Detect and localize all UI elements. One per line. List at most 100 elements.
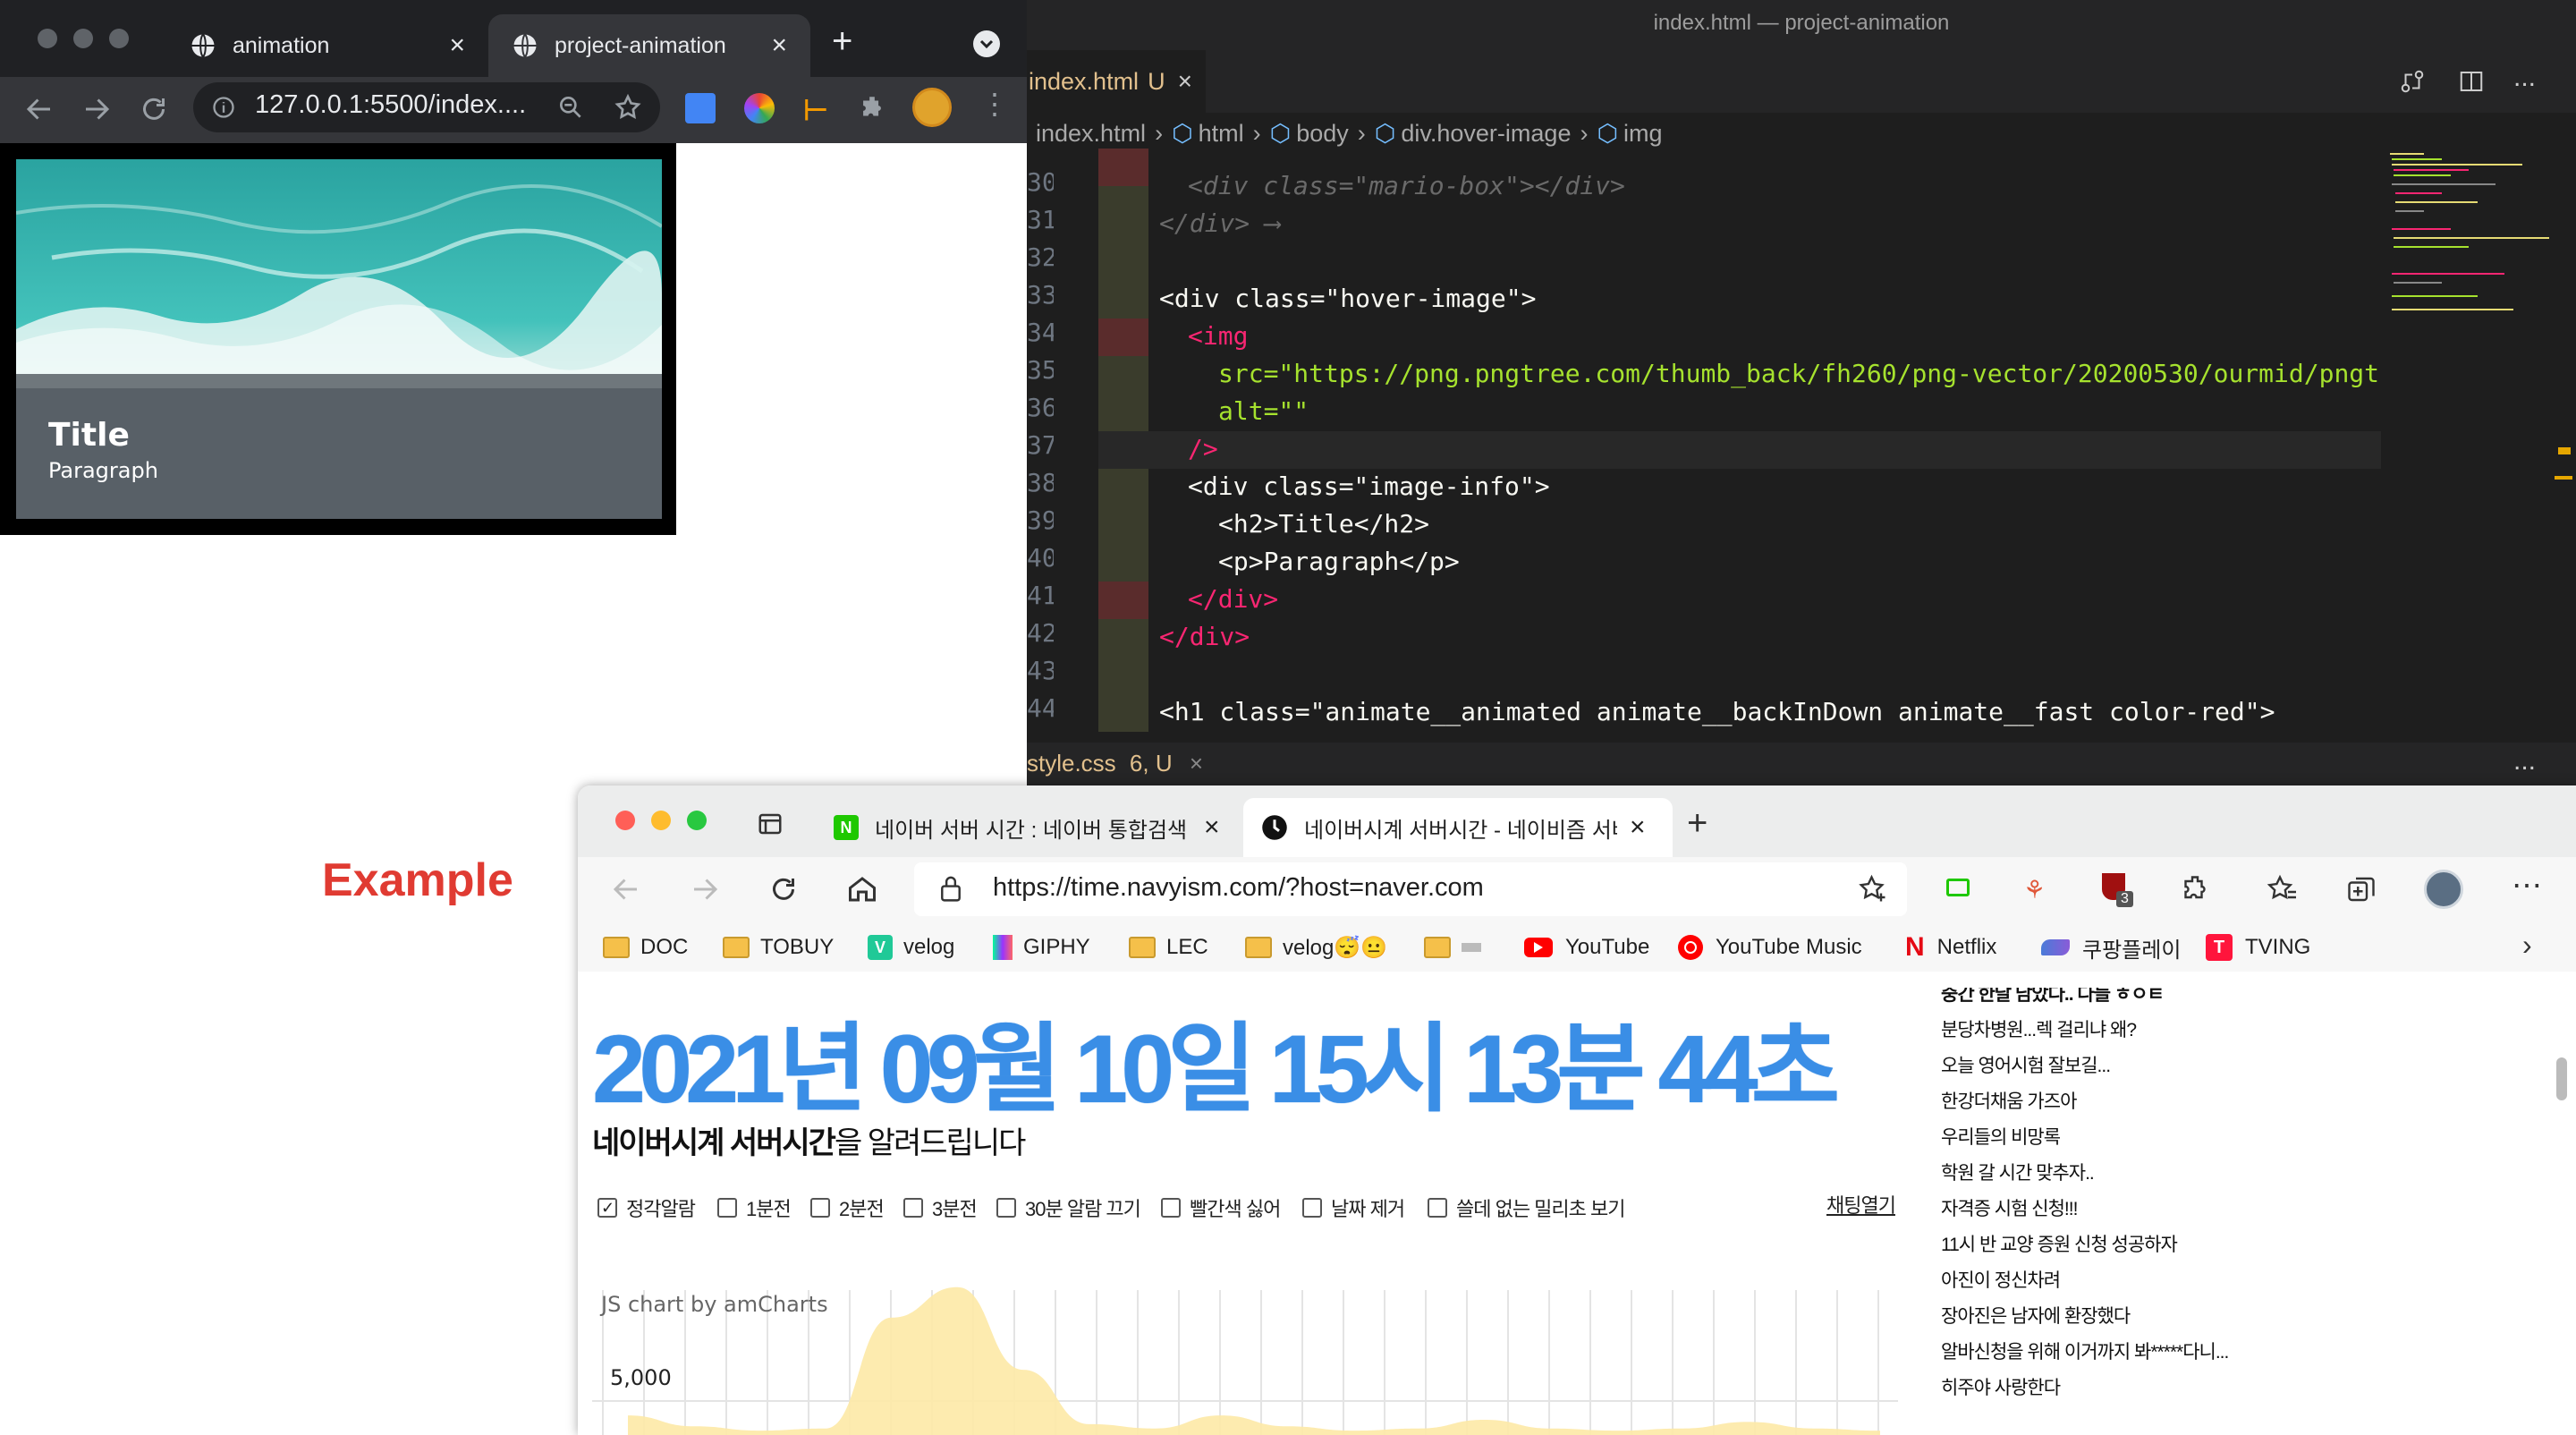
breadcrumb-item[interactable]: index.html <box>1036 120 1146 148</box>
tab-style-css[interactable]: style.css 6, U × <box>1027 750 1203 777</box>
puzzle-icon[interactable] <box>857 93 887 123</box>
checkbox-box[interactable] <box>1161 1198 1181 1218</box>
checkbox-no-red[interactable]: 빨간색 싫어 <box>1161 1193 1281 1223</box>
breadcrumb-item[interactable]: img <box>1623 120 1663 148</box>
bookmark-tobuy[interactable]: TOBUY <box>723 932 834 963</box>
screen-extension-icon[interactable] <box>1946 879 1970 896</box>
checkbox-1min[interactable]: 1분전 <box>717 1193 792 1223</box>
code-line[interactable]: alt="" <box>1218 393 1309 430</box>
more-actions-icon[interactable]: ... <box>2513 63 2536 93</box>
code-line[interactable]: <div class="mario-box"></div> <box>1188 167 1625 205</box>
bookmark-folder[interactable] <box>1424 932 1481 963</box>
bookmark-velog[interactable]: Vvelog <box>868 932 954 963</box>
info-icon[interactable] <box>211 95 236 120</box>
reload-icon[interactable] <box>767 873 800 905</box>
tab-actions-icon[interactable] <box>757 811 784 837</box>
code-line[interactable]: </div> <box>1159 618 1250 656</box>
code-line[interactable]: <img <box>1188 318 1248 355</box>
checkbox-show-ms[interactable]: 쓸데 없는 밀리초 보기 <box>1428 1193 1625 1223</box>
add-favorite-icon[interactable] <box>1857 873 1889 905</box>
close-tab-icon[interactable]: × <box>1630 812 1646 843</box>
back-arrow-icon[interactable] <box>23 93 55 125</box>
tab-project-animation[interactable]: project-animation × <box>488 14 810 77</box>
scrollbar-thumb[interactable] <box>2556 1057 2567 1100</box>
checkbox-box[interactable] <box>1302 1198 1322 1218</box>
checkbox-box[interactable] <box>903 1198 923 1218</box>
tab-animation[interactable]: animation × <box>166 14 488 77</box>
close-window-button[interactable] <box>38 29 57 48</box>
split-editor-icon[interactable] <box>2458 68 2485 95</box>
compare-changes-icon[interactable] <box>2399 68 2426 95</box>
checkbox-box[interactable] <box>1428 1198 1447 1218</box>
checkbox-on-the-hour-alarm[interactable]: ✓ 정각알람 <box>597 1193 696 1223</box>
code-line[interactable]: src="https://png.pngtree.com/thumb_back/… <box>1218 355 2381 393</box>
bookmark-giphy[interactable]: GIPHY <box>993 932 1090 963</box>
bookmark-netflix[interactable]: N Netflix <box>1905 932 1996 963</box>
checkbox-3min[interactable]: 3분전 <box>903 1193 978 1223</box>
breadcrumb-item[interactable]: div.hover-image <box>1401 120 1571 148</box>
code-line[interactable]: <div class="image-info"> <box>1188 468 1550 505</box>
breadcrumb-item[interactable]: body <box>1296 120 1349 148</box>
breadcrumb-item[interactable]: html <box>1199 120 1244 148</box>
close-tab-icon[interactable]: × <box>449 30 465 61</box>
collections-icon[interactable] <box>2345 873 2377 905</box>
code-line[interactable]: /> <box>1188 430 1218 468</box>
bookmark-doc[interactable]: DOC <box>603 932 688 963</box>
sitemap-extension-icon[interactable]: ⚘ <box>2023 875 2046 904</box>
open-chat-link[interactable]: 채팅열기 <box>1826 1190 1896 1218</box>
zoom-window-button[interactable] <box>687 811 707 830</box>
reload-icon[interactable] <box>138 93 170 125</box>
new-tab-button[interactable]: + <box>1687 803 1707 844</box>
lock-icon[interactable] <box>937 873 964 904</box>
url-text[interactable]: https://time.navyism.com/?host=naver.com <box>993 873 1484 903</box>
code-line[interactable]: </div> ⟶ <box>1159 205 1280 242</box>
tab-navyism-time[interactable]: 네이버시계 서버시간 - 네이비즘 서버 × <box>1243 798 1673 857</box>
minimap[interactable] <box>2388 149 2558 345</box>
minimize-window-button[interactable] <box>651 811 671 830</box>
color-picker-extension-icon[interactable] <box>744 93 775 123</box>
profile-avatar[interactable] <box>912 88 952 127</box>
profile-avatar[interactable] <box>2424 870 2463 909</box>
checkbox-checked[interactable]: ✓ <box>597 1198 617 1218</box>
code-line[interactable]: <p>Paragraph</p> <box>1218 543 1460 581</box>
favorites-icon[interactable] <box>2267 873 2299 905</box>
checkbox-2min[interactable]: 2분전 <box>810 1193 885 1223</box>
minimize-window-button[interactable] <box>73 29 93 48</box>
bookmark-star-icon[interactable] <box>614 93 642 122</box>
forward-arrow-icon[interactable] <box>80 93 113 125</box>
close-tab-icon[interactable]: × <box>1204 812 1220 843</box>
tab-index-html[interactable]: index.html U × <box>1027 50 1206 113</box>
close-window-button[interactable] <box>615 811 635 830</box>
new-tab-button[interactable]: + <box>832 21 852 62</box>
more-actions-icon[interactable]: ... <box>2513 746 2536 777</box>
puzzle-icon[interactable] <box>2179 873 2211 905</box>
tab-naver-search[interactable]: N 네이버 서버 시간 : 네이버 통합검색 × <box>819 798 1231 857</box>
back-arrow-icon[interactable] <box>610 873 642 905</box>
close-tab-icon[interactable]: × <box>771 30 787 61</box>
chevron-right-icon[interactable]: › <box>2522 929 2532 962</box>
more-vert-icon[interactable]: ⋮ <box>980 89 1009 118</box>
more-horiz-icon[interactable]: ⋯ <box>2512 868 2542 904</box>
zoom-window-button[interactable] <box>109 29 129 48</box>
checkbox-box[interactable] <box>810 1198 830 1218</box>
home-icon[interactable] <box>846 873 878 905</box>
code-line[interactable]: <h2>Title</h2> <box>1218 505 1429 543</box>
close-tab-icon[interactable]: × <box>1190 750 1203 777</box>
bookmark-youtube-music[interactable]: YouTube Music <box>1678 932 1862 963</box>
zoom-icon[interactable] <box>556 93 585 122</box>
checkbox-box[interactable] <box>717 1198 737 1218</box>
checkbox-30min-off[interactable]: 30분 알람 끄기 <box>996 1193 1141 1223</box>
checkbox-remove-date[interactable]: 날짜 제거 <box>1302 1193 1405 1223</box>
bookmark-velog-folder[interactable]: velog😴😐 <box>1245 932 1387 963</box>
code-line[interactable]: <h1 class="animate__animated animate__ba… <box>1159 693 2385 731</box>
extension-icon[interactable]: ⊢ <box>803 93 828 127</box>
checkbox-box[interactable] <box>996 1198 1016 1218</box>
bookmark-tving[interactable]: T TVING <box>2206 932 2310 963</box>
tab-search-icon[interactable] <box>973 30 1000 57</box>
code-line[interactable]: </div> <box>1188 581 1278 618</box>
code-line[interactable]: <div class="hover-image"> <box>1159 280 1536 318</box>
bookmark-youtube[interactable]: YouTube <box>1524 932 1649 963</box>
bookmark-lec[interactable]: LEC <box>1129 932 1208 963</box>
close-tab-icon[interactable]: × <box>1178 67 1192 96</box>
translate-extension-icon[interactable] <box>685 93 716 123</box>
